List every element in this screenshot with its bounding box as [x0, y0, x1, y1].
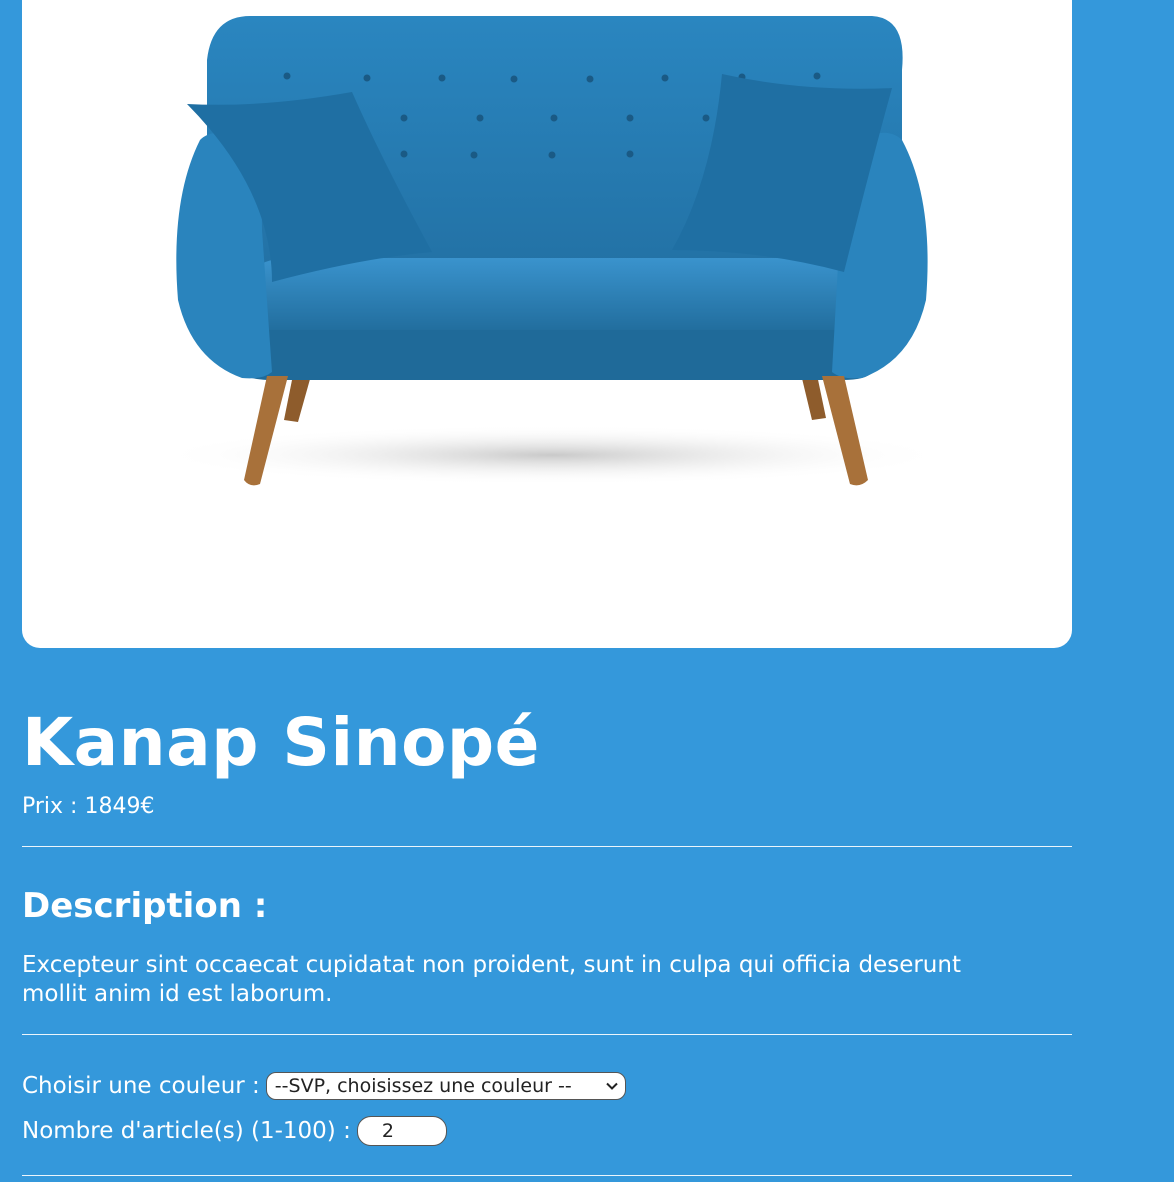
divider	[22, 1175, 1072, 1176]
product-price: Prix : 1849€	[22, 794, 155, 819]
color-option-row: Choisir une couleur : --SVP, choisissez …	[22, 1071, 626, 1101]
quantity-option-row: Nombre d'article(s) (1-100) :	[22, 1116, 447, 1146]
color-select[interactable]: --SVP, choisissez une couleur --	[265, 1072, 626, 1100]
product-title: Kanap Sinopé	[22, 704, 540, 781]
divider	[22, 846, 1072, 847]
quantity-input[interactable]	[356, 1116, 447, 1146]
chevron-down-icon	[606, 1082, 618, 1090]
product-page: Kanap Sinopé Prix : 1849€ Description : …	[0, 0, 1174, 1182]
divider	[22, 1034, 1072, 1035]
description-text: Excepteur sint occaecat cupidatat non pr…	[22, 952, 961, 1007]
product-image-card	[22, 0, 1072, 648]
description-heading: Description :	[22, 886, 268, 926]
sofa-image	[152, 15, 952, 486]
quantity-label: Nombre d'article(s) (1-100) :	[22, 1118, 351, 1144]
color-select-value: --SVP, choisissez une couleur --	[274, 1075, 572, 1097]
color-label: Choisir une couleur :	[22, 1073, 260, 1099]
